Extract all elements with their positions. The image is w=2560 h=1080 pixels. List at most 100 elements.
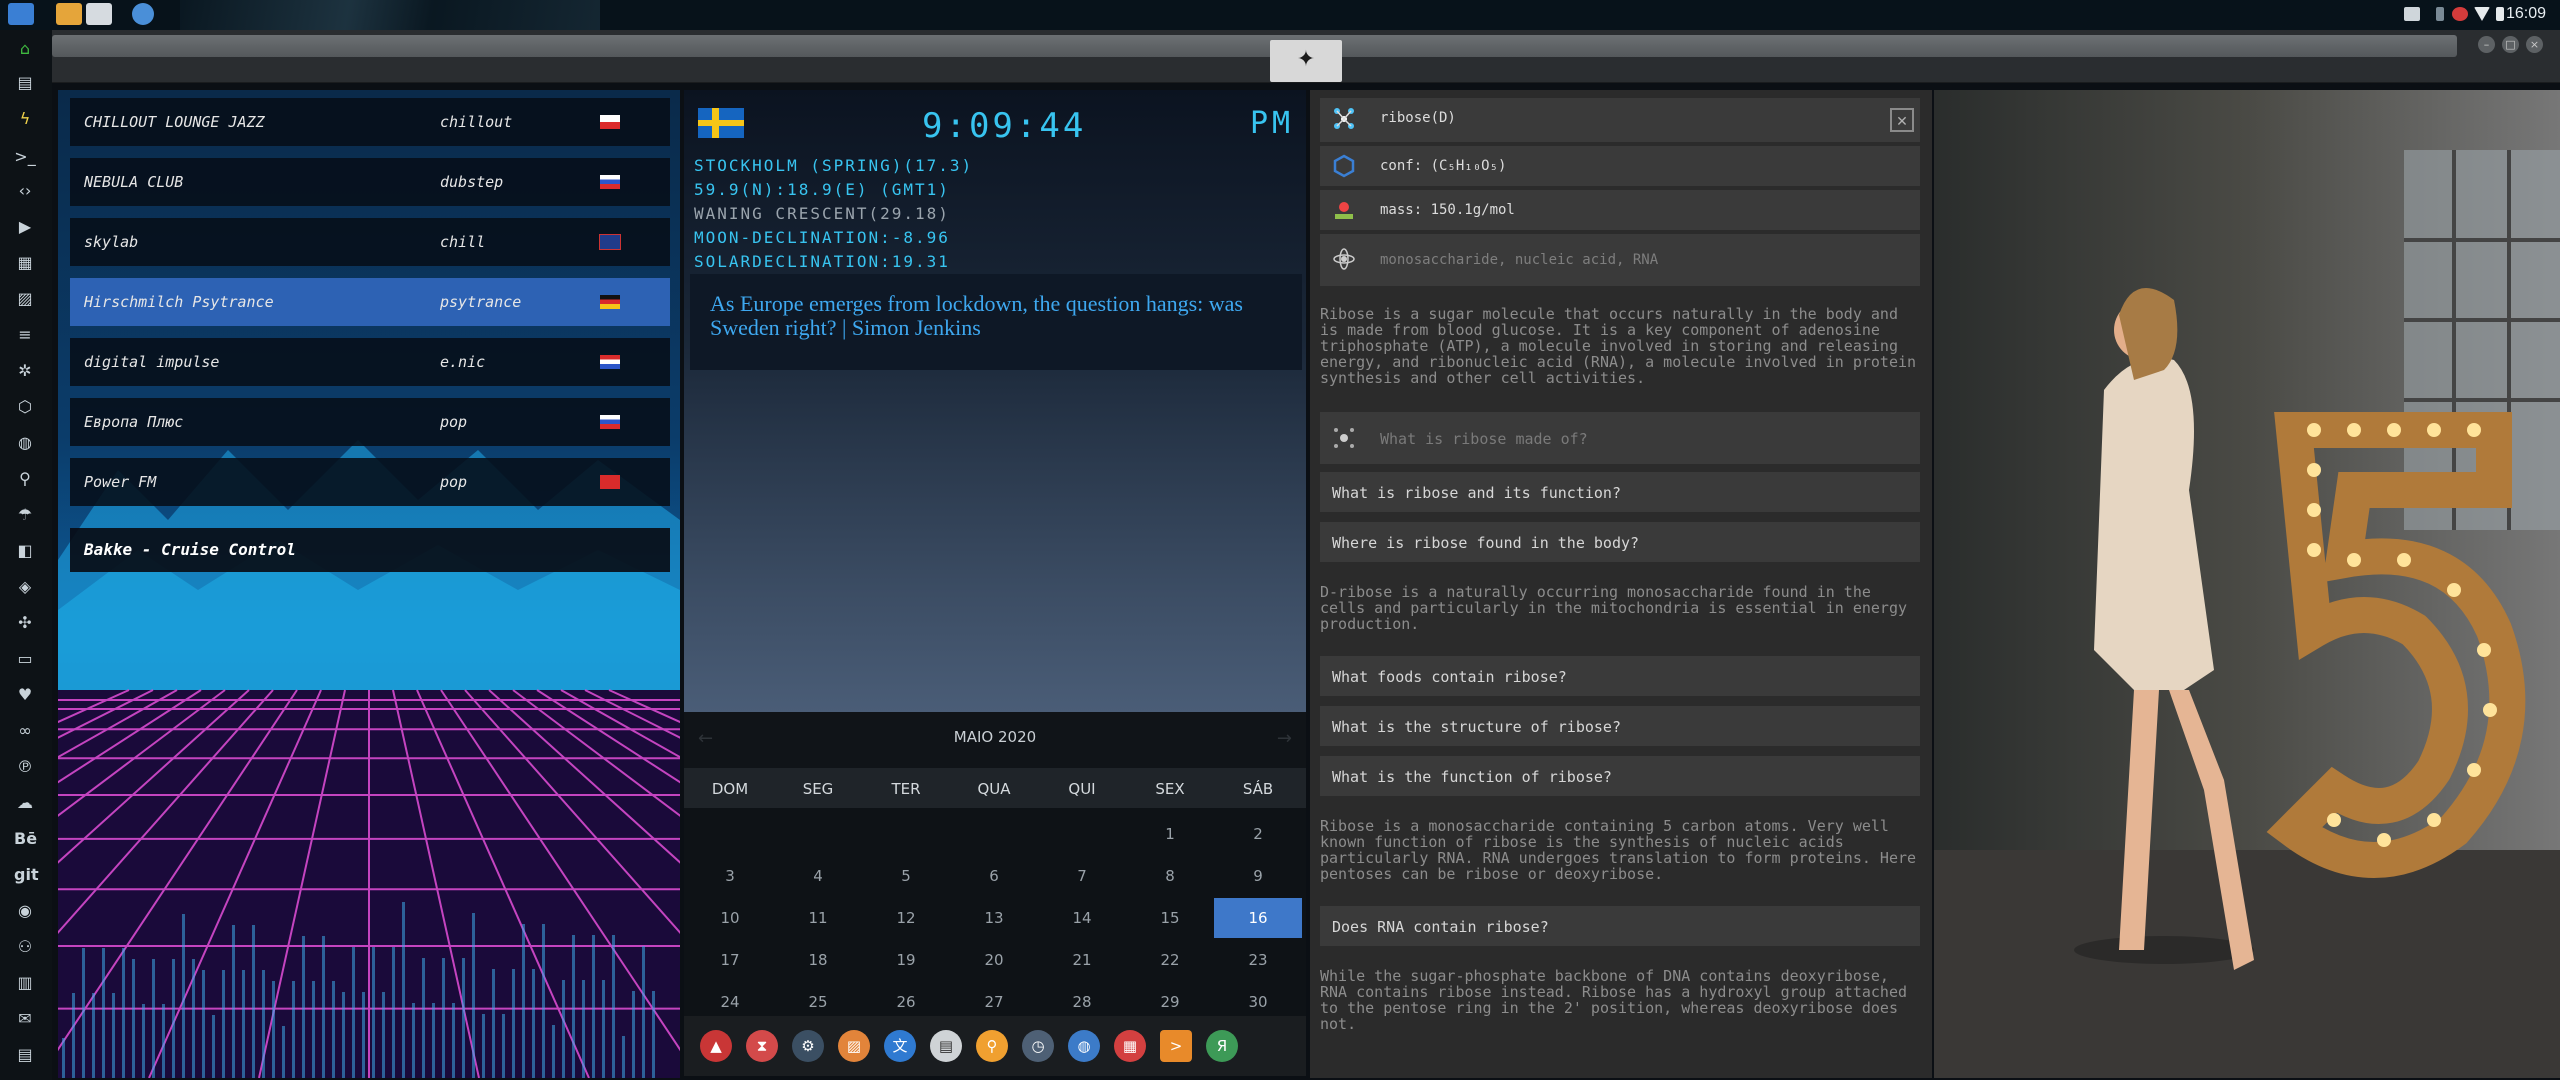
faq-question: What is ribose made of? <box>1380 430 1588 448</box>
calendar-day[interactable]: 20 <box>950 940 1038 980</box>
calendar-day[interactable]: 2 <box>1214 814 1302 854</box>
map-icon[interactable]: ▥ <box>14 972 36 994</box>
calendar-day[interactable]: 7 <box>1038 856 1126 896</box>
system-clock[interactable]: 16:09 <box>2506 5 2546 23</box>
contact-icon[interactable]: ◧ <box>14 540 36 562</box>
station-row[interactable]: Power FM pop <box>70 458 670 506</box>
station-row[interactable]: digital impulse e.nic <box>70 338 670 386</box>
calendar-day[interactable]: 14 <box>1038 898 1126 938</box>
calendar-icon[interactable]: ▦ <box>14 252 36 274</box>
translate-icon[interactable]: 文 <box>884 1030 916 1062</box>
home-icon[interactable]: ⌂ <box>14 38 36 60</box>
calendar-day[interactable]: 18 <box>774 940 862 980</box>
calendar-day[interactable]: 8 <box>1126 856 1214 896</box>
steam-icon[interactable]: ⚙ <box>792 1030 824 1062</box>
faq-item[interactable]: What is the function of ribose? <box>1320 756 1920 796</box>
search-icon[interactable]: ⚲ <box>976 1030 1008 1062</box>
umbrella-icon[interactable]: ☂ <box>14 504 36 526</box>
close-button[interactable]: × <box>2526 36 2543 53</box>
news-headline-card[interactable]: As Europe emerges from lockdown, the que… <box>690 274 1302 370</box>
youtube-icon[interactable]: ▭ <box>14 648 36 670</box>
calendar-day[interactable]: 3 <box>686 856 774 896</box>
chromium-icon[interactable] <box>132 3 154 25</box>
calendar-day[interactable]: 19 <box>862 940 950 980</box>
calendar-day-today[interactable]: 16 <box>1214 898 1302 938</box>
battery-icon[interactable] <box>2496 7 2504 21</box>
faq-item[interactable]: What foods contain ribose? <box>1320 656 1920 696</box>
text-editor-icon[interactable] <box>86 3 112 25</box>
updates-icon[interactable] <box>2452 7 2468 21</box>
calendar-day[interactable]: 22 <box>1126 940 1214 980</box>
play-icon[interactable]: ▶ <box>14 216 36 238</box>
image-icon[interactable]: ▨ <box>14 288 36 310</box>
photos-tray-icon[interactable] <box>2404 7 2420 21</box>
close-icon[interactable]: ✕ <box>1890 108 1914 132</box>
calendar-icon[interactable]: ▦ <box>1114 1030 1146 1062</box>
calendar-day[interactable]: 23 <box>1214 940 1302 980</box>
photo-image <box>1934 90 2560 1078</box>
minimize-button[interactable]: – <box>2478 36 2495 53</box>
anbox-icon[interactable]: ▲ <box>700 1030 732 1062</box>
calendar-day[interactable]: 13 <box>950 898 1038 938</box>
mail-icon[interactable]: ✉ <box>14 1008 36 1030</box>
sublime-text-icon[interactable] <box>56 3 82 25</box>
heart-icon[interactable]: ♥ <box>14 684 36 706</box>
clock-icon[interactable]: ◷ <box>1022 1030 1054 1062</box>
calendar-day[interactable]: 5 <box>862 856 950 896</box>
document-icon[interactable]: ▤ <box>14 72 36 94</box>
faq-item[interactable]: Where is ribose found in the body? <box>1320 522 1920 562</box>
calendar-day[interactable]: 1 <box>1126 814 1214 854</box>
news-icon[interactable]: ▤ <box>930 1030 962 1062</box>
cloud-icon[interactable]: ☁ <box>14 792 36 814</box>
code-icon[interactable]: ‹› <box>14 180 36 202</box>
yandex-icon[interactable]: Я <box>1206 1030 1238 1062</box>
faq-item[interactable]: What is ribose and its function? <box>1320 472 1920 512</box>
hourglass-icon[interactable]: ⧗ <box>746 1030 778 1062</box>
calendar-day[interactable]: 12 <box>862 898 950 938</box>
calendar-day[interactable]: 17 <box>686 940 774 980</box>
terminal-icon[interactable]: > <box>1160 1030 1192 1062</box>
faq-item[interactable]: Does RNA contain ribose? <box>1320 906 1920 946</box>
station-row[interactable]: CHILLOUT LOUNGE JAZZ chillout <box>70 98 670 146</box>
hexagon-icon[interactable]: ⬡ <box>14 396 36 418</box>
globe-icon[interactable]: ◍ <box>14 432 36 454</box>
sitemap-icon[interactable]: ⚇ <box>14 936 36 958</box>
calendar-day[interactable]: 4 <box>774 856 862 896</box>
tags-row: monosaccharide, nucleic acid, RNA <box>1320 234 1920 286</box>
station-row[interactable]: skylab chill <box>70 218 670 266</box>
calendar-day[interactable]: 10 <box>686 898 774 938</box>
tag-icon[interactable]: ◈ <box>14 576 36 598</box>
calendar-day[interactable]: 11 <box>774 898 862 938</box>
station-row[interactable]: Европа Плюс pop <box>70 398 670 446</box>
window-titlebar[interactable]: ✦ – □ × <box>52 30 2560 83</box>
search-icon[interactable]: ⚲ <box>14 468 36 490</box>
wifi-icon[interactable] <box>2474 7 2490 21</box>
image-viewer-icon[interactable]: ▨ <box>838 1030 870 1062</box>
drawer-icon[interactable]: ▤ <box>14 1044 36 1066</box>
globe-icon[interactable]: ◍ <box>1068 1030 1100 1062</box>
station-row-selected[interactable]: Hirschmilch Psytrance psytrance <box>70 278 670 326</box>
faq-item[interactable]: What is the structure of ribose? <box>1320 706 1920 746</box>
list-icon[interactable]: ≡ <box>14 324 36 346</box>
behance-icon[interactable]: Bē <box>14 828 37 850</box>
station-row[interactable]: NEBULA CLUB dubstep <box>70 158 670 206</box>
link-icon[interactable]: ∞ <box>14 720 36 742</box>
git-icon[interactable]: git <box>14 864 39 886</box>
github-icon[interactable]: ◉ <box>14 900 36 922</box>
files-icon[interactable] <box>8 3 34 25</box>
calendar-day[interactable]: 9 <box>1214 856 1302 896</box>
maximize-button[interactable]: □ <box>2502 36 2519 53</box>
settings-icon[interactable]: ✲ <box>14 360 36 382</box>
lightning-icon[interactable]: ϟ <box>14 108 36 130</box>
crosshair-icon[interactable]: ✣ <box>14 612 36 634</box>
news-headline[interactable]: As Europe emerges from lockdown, the que… <box>710 292 1290 340</box>
pinterest-icon[interactable]: ℗ <box>14 756 36 778</box>
calendar-day[interactable]: 21 <box>1038 940 1126 980</box>
faq-item[interactable]: What is ribose made of? <box>1320 412 1920 464</box>
terminal-icon[interactable]: >_ <box>14 146 36 168</box>
now-playing-bar[interactable]: Bakke - Cruise Control <box>70 528 670 572</box>
bluetooth-icon[interactable] <box>2436 7 2444 21</box>
arrow-right-icon[interactable]: → <box>1277 728 1292 749</box>
calendar-day[interactable]: 6 <box>950 856 1038 896</box>
calendar-day[interactable]: 15 <box>1126 898 1214 938</box>
